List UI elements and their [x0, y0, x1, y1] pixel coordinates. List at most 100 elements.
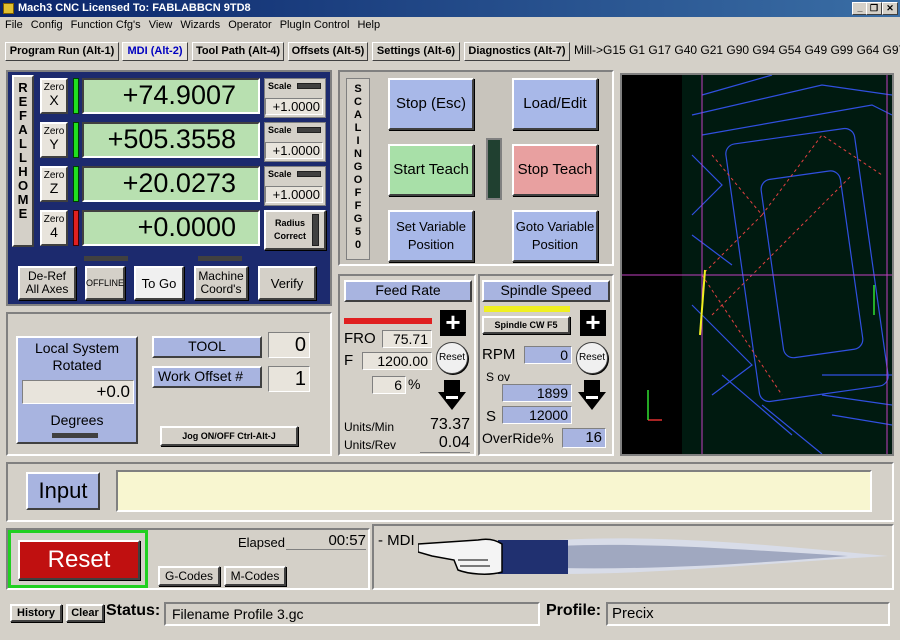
override-field[interactable]: 16: [562, 428, 606, 448]
spindle-reset-button[interactable]: Reset: [576, 342, 608, 374]
z-scale-field[interactable]: +1.0000: [265, 186, 323, 203]
tab-tool-path[interactable]: Tool Path (Alt-4): [192, 42, 284, 61]
zero-x-button[interactable]: Zero X: [40, 78, 68, 114]
menu-config[interactable]: Config: [31, 17, 63, 33]
reset-button[interactable]: Reset: [18, 540, 140, 580]
minus-arrow-icon: [578, 380, 606, 410]
menu-view[interactable]: View: [149, 17, 173, 33]
axis-letter: Y: [49, 136, 59, 152]
feed-pct-field[interactable]: 6: [372, 376, 406, 394]
x-dro[interactable]: +74.9007: [82, 78, 260, 114]
tab-settings[interactable]: Settings (Alt-6): [372, 42, 460, 61]
history-button[interactable]: History: [10, 604, 62, 622]
status-label: Status:: [106, 602, 161, 619]
rpm-label: RPM: [482, 346, 516, 363]
close-button[interactable]: ✕: [882, 2, 898, 15]
ref-all-home-label: R E F A L L H O M E: [17, 80, 29, 221]
units-min-label: Units/Min: [344, 420, 395, 434]
feed-minus-button[interactable]: [438, 380, 466, 410]
menu-help[interactable]: Help: [357, 17, 380, 33]
elapsed-value: 00:57: [286, 532, 366, 550]
y-scale-field[interactable]: +1.0000: [265, 142, 323, 159]
machine-coords-button[interactable]: Machine Coord's: [194, 266, 248, 300]
start-teach-button[interactable]: Start Teach: [388, 144, 474, 196]
units-rev-label: Units/Rev: [344, 438, 397, 452]
zero-y-button[interactable]: Zero Y: [40, 122, 68, 158]
scale-led: [297, 83, 321, 89]
scaling-label: S C A L I N G O F F G 5 0: [353, 83, 363, 251]
scale-label: Scale: [268, 125, 292, 135]
work-offset-label: Work Offset #: [152, 366, 262, 388]
tab-offsets[interactable]: Offsets (Alt-5): [288, 42, 368, 61]
to-go-button[interactable]: To Go: [134, 266, 184, 300]
axis-letter: 4: [50, 224, 58, 240]
tab-diagnostics[interactable]: Diagnostics (Alt-7): [464, 42, 570, 61]
scale-label: Scale: [268, 81, 292, 91]
y-dro[interactable]: +505.3558: [82, 122, 260, 158]
tab-program-run[interactable]: Program Run (Alt-1): [5, 42, 119, 61]
sov-field[interactable]: 1899: [502, 384, 572, 402]
zero-4-button[interactable]: Zero 4: [40, 210, 68, 246]
offline-button[interactable]: OFFLINE: [85, 266, 125, 300]
rotation-field[interactable]: +0.0: [22, 380, 134, 404]
a-led: [73, 210, 79, 246]
verify-button[interactable]: Verify: [258, 266, 316, 300]
clear-button[interactable]: Clear: [66, 604, 104, 622]
spindle-plus-button[interactable]: +: [580, 309, 606, 336]
s-field[interactable]: 12000: [502, 406, 572, 424]
z-dro[interactable]: +20.0273: [82, 166, 260, 202]
jog-on-off-button[interactable]: Jog ON/OFF Ctrl-Alt-J: [160, 426, 298, 446]
set-variable-position-button[interactable]: Set Variable Position: [388, 210, 474, 262]
menu-file[interactable]: File: [5, 17, 23, 33]
menu-function-cfgs[interactable]: Function Cfg's: [71, 17, 141, 33]
toolpath-viewport[interactable]: [620, 73, 894, 456]
stop-teach-button[interactable]: Stop Teach: [512, 144, 598, 196]
local-system-title: Local System Rotated: [34, 340, 120, 373]
toolpath-drawing: [622, 75, 892, 454]
active-gcodes: Mill->G15 G1 G17 G40 G21 G90 G94 G54 G49…: [574, 43, 900, 57]
dro-led-1: [84, 256, 128, 261]
ref-all-home-button[interactable]: R E F A L L H O M E: [12, 75, 34, 247]
x-scale-field[interactable]: +1.0000: [265, 98, 323, 115]
tool-field[interactable]: 0: [268, 332, 310, 358]
menu-plugin-control[interactable]: PlugIn Control: [280, 17, 350, 33]
scaling-off-g50: S C A L I N G O F F G 5 0: [346, 78, 370, 260]
feedrate-field[interactable]: 1200.00: [362, 352, 432, 370]
radius-correct-led: [312, 214, 319, 246]
m-codes-button[interactable]: M-Codes: [224, 566, 286, 586]
tool-label: TOOL: [152, 336, 262, 358]
scale-led: [297, 127, 321, 133]
goto-variable-position-button[interactable]: Goto Variable Position: [512, 210, 598, 262]
work-offset-field[interactable]: 1: [268, 366, 310, 392]
profile-label: Profile:: [546, 602, 602, 619]
input-label: Input: [26, 472, 100, 510]
x-scale-box: Scale +1.0000: [264, 78, 326, 118]
restore-button[interactable]: ❐: [866, 2, 882, 15]
pct-label: %: [408, 376, 421, 392]
x-led: [73, 78, 79, 114]
tab-mdi[interactable]: MDI (Alt-2): [122, 42, 188, 61]
spindle-minus-button[interactable]: [578, 380, 606, 410]
zero-z-button[interactable]: Zero Z: [40, 166, 68, 202]
mdi-input-field[interactable]: [116, 470, 872, 512]
axis-letter: Z: [49, 180, 59, 196]
rpm-field[interactable]: 0: [524, 346, 572, 364]
menu-operator[interactable]: Operator: [228, 17, 271, 33]
degrees-label: Degrees: [50, 412, 104, 428]
a-dro[interactable]: +0.0000: [82, 210, 260, 246]
feed-led: [344, 318, 432, 324]
stop-button[interactable]: Stop (Esc): [388, 78, 474, 130]
feed-plus-button[interactable]: +: [440, 309, 466, 336]
units-min-value: 73.37: [429, 416, 470, 433]
deref-all-axes-button[interactable]: De-Ref All Axes: [18, 266, 76, 300]
elapsed-label: Elapsed: [238, 535, 285, 550]
teach-led: [486, 138, 502, 200]
minus-arrow-icon: [438, 380, 466, 410]
spindle-cw-button[interactable]: Spindle CW F5: [482, 316, 570, 334]
feed-reset-button[interactable]: Reset: [436, 342, 468, 374]
load-edit-button[interactable]: Load/Edit: [512, 78, 598, 130]
menu-wizards[interactable]: Wizards: [180, 17, 220, 33]
fro-field[interactable]: 75.71: [382, 330, 432, 348]
g-codes-button[interactable]: G-Codes: [158, 566, 220, 586]
profile-field: Precix: [606, 602, 890, 626]
